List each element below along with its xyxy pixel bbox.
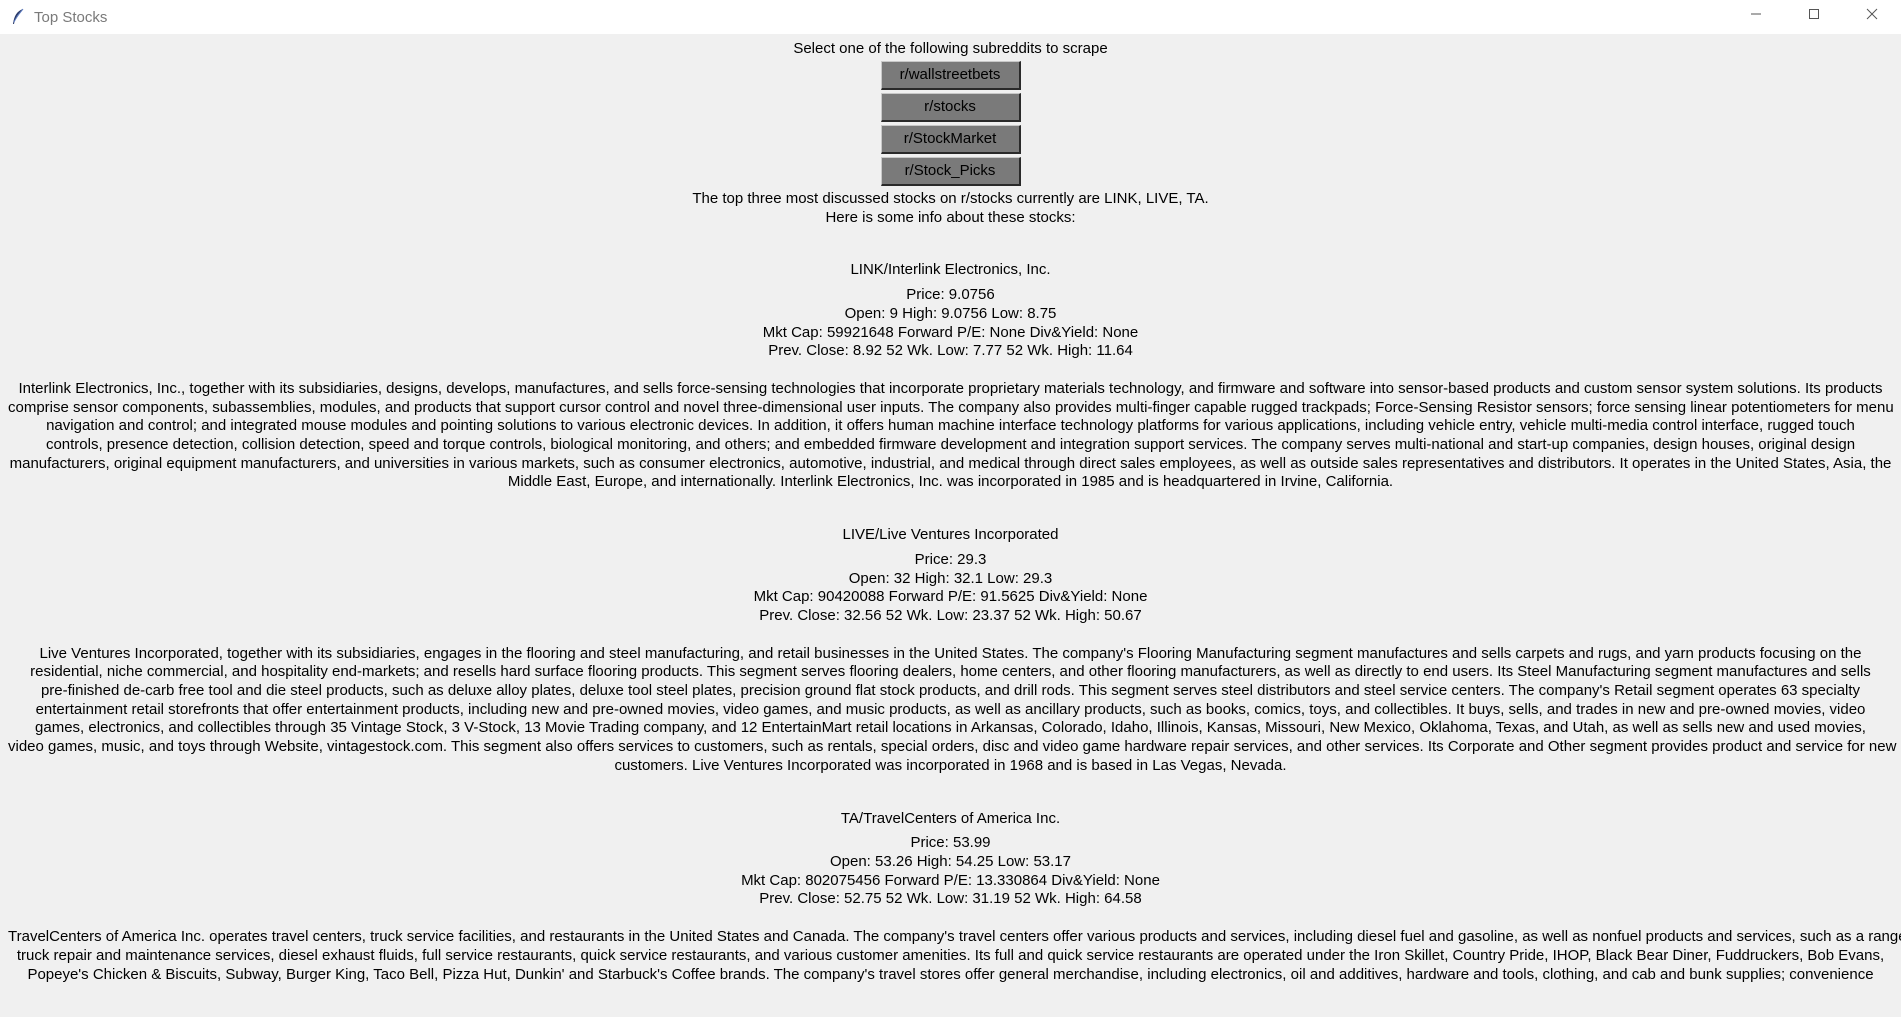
stock-market-cap: Mkt Cap: 59921648 Forward P/E: None Div&… [762, 323, 1139, 341]
prompt-label: Select one of the following subreddits t… [793, 40, 1108, 57]
description-line: Live Ventures Incorporated, together wit… [39, 644, 1862, 662]
description-line: controls, presence detection, collision … [45, 436, 1856, 454]
stock-description: Interlink Electronics, Inc., together wi… [0, 380, 1901, 492]
stock-market-cap: Mkt Cap: 802075456 Forward P/E: 13.33086… [741, 871, 1160, 889]
stock-prev-close: Prev. Close: 52.75 52 Wk. Low: 31.19 52 … [759, 890, 1142, 908]
window-title: Top Stocks [34, 8, 108, 26]
stock-description: Live Ventures Incorporated, together wit… [0, 645, 1901, 776]
description-line: pre-finished de-carb free tool and die s… [40, 682, 1861, 700]
stock-price: Price: 53.99 [910, 834, 991, 852]
maximize-icon [1809, 9, 1819, 19]
stock-price: Price: 9.0756 [906, 286, 995, 304]
app-window: Top Stocks Select one of the following s… [0, 0, 1901, 1017]
window-controls [1727, 0, 1901, 28]
description-line: comprise sensor components, subassemblie… [8, 398, 1894, 416]
stock-prev-close: Prev. Close: 8.92 52 Wk. Low: 7.77 52 Wk… [768, 342, 1133, 360]
subreddit-button-stockmarket[interactable]: r/StockMarket [880, 125, 1021, 154]
description-line: Middle East, Europe, and internationally… [507, 473, 1394, 491]
summary-line: Here is some info about these stocks: [825, 208, 1076, 226]
subreddit-buttons: r/wallstreetbets r/stocks r/StockMarket … [0, 61, 1901, 189]
minimize-button[interactable] [1727, 0, 1785, 28]
stock-block: LINK/Interlink Electronics, Inc. Price: … [0, 261, 1901, 492]
close-icon [1866, 8, 1878, 20]
description-line: customers. Live Ventures Incorporated wa… [614, 756, 1287, 774]
stock-description: TravelCenters of America Inc. operates t… [0, 928, 1901, 984]
description-line: Interlink Electronics, Inc., together wi… [18, 379, 1883, 397]
description-line: video games, music, and toys through Web… [8, 738, 1897, 756]
stock-open-high-low: Open: 32 High: 32.1 Low: 29.3 [848, 569, 1053, 587]
stock-block: TA/TravelCenters of America Inc. Price: … [0, 810, 1901, 985]
close-button[interactable] [1843, 0, 1901, 28]
description-line: navigation and control; and integrated m… [46, 417, 1855, 435]
summary-line: The top three most discussed stocks on r… [692, 190, 1209, 207]
minimize-icon [1751, 13, 1761, 15]
subreddit-button-stock-picks[interactable]: r/Stock_Picks [880, 157, 1021, 186]
feather-icon [10, 8, 26, 25]
description-line: Popeye's Chicken & Biscuits, Subway, Bur… [27, 965, 1874, 983]
description-line: truck repair and maintenance services, d… [16, 946, 1885, 964]
stock-block: LIVE/Live Ventures Incorporated Price: 2… [0, 526, 1901, 775]
stock-prev-close: Prev. Close: 32.56 52 Wk. Low: 23.37 52 … [759, 606, 1142, 624]
stock-open-high-low: Open: 9 High: 9.0756 Low: 8.75 [844, 304, 1057, 322]
title-bar: Top Stocks [0, 0, 1901, 35]
summary-text: The top three most discussed stocks on r… [0, 190, 1901, 227]
stock-price: Price: 29.3 [914, 550, 987, 568]
description-line: games, electronics, and collectibles thr… [35, 719, 1866, 737]
subreddit-button-stocks[interactable]: r/stocks [880, 93, 1021, 122]
stock-name: LINK/Interlink Electronics, Inc. [850, 261, 1051, 279]
description-line: TravelCenters of America Inc. operates t… [8, 928, 1901, 946]
description-line: residential, niche commercial, and hospi… [30, 663, 1871, 681]
main-content: Select one of the following subreddits t… [0, 38, 1901, 984]
description-line: entertainment retail storefronts that of… [35, 700, 1866, 718]
description-line: manufacturers, original equipment manufa… [9, 454, 1892, 472]
stock-name: LIVE/Live Ventures Incorporated [842, 526, 1059, 544]
subreddit-button-wallstreetbets[interactable]: r/wallstreetbets [880, 61, 1021, 90]
stock-market-cap: Mkt Cap: 90420088 Forward P/E: 91.5625 D… [753, 588, 1148, 606]
stock-name: TA/TravelCenters of America Inc. [840, 809, 1061, 827]
maximize-button[interactable] [1785, 0, 1843, 28]
stock-open-high-low: Open: 53.26 High: 54.25 Low: 53.17 [829, 852, 1071, 870]
